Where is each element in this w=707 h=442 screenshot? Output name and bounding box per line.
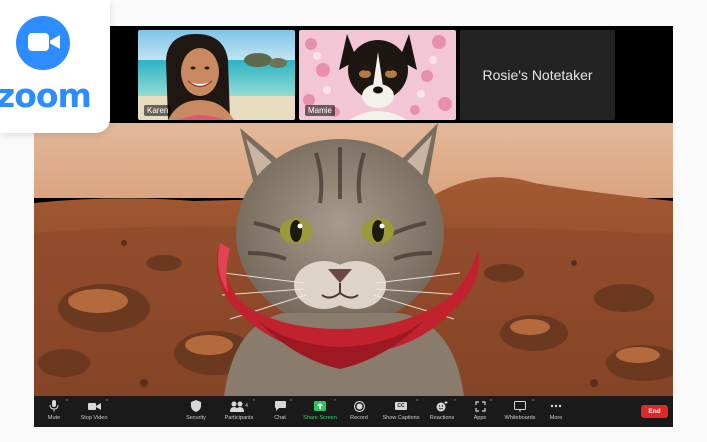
chevron-up-icon[interactable]: ^ [106, 399, 108, 405]
chat-bubble-icon [273, 400, 287, 412]
chevron-up-icon[interactable]: ^ [416, 399, 418, 405]
participants-count: 4 [245, 403, 248, 409]
chevron-up-icon[interactable]: ^ [253, 399, 255, 405]
show-captions-button[interactable]: CC Show Captions [382, 400, 420, 424]
people-icon: 4 [228, 400, 250, 412]
chevron-up-icon[interactable]: ^ [454, 399, 456, 405]
whiteboards-label: Whiteboards [504, 415, 536, 421]
virtual-background-mars [34, 123, 673, 396]
stop-video-label: Stop Video [80, 415, 108, 421]
ellipsis-icon [549, 400, 563, 412]
more-button[interactable]: More [546, 400, 566, 424]
cc-badge: CC [395, 402, 407, 410]
end-meeting-button[interactable]: End [641, 405, 668, 418]
chevron-up-icon[interactable]: ^ [490, 399, 492, 405]
reactions-label: Reactions [429, 415, 455, 421]
video-camera-icon [87, 400, 101, 412]
meeting-window: Karen Mamie Rosie's Notetaker Mute ^ Sto… [34, 26, 673, 427]
zoom-logo-card: zoom [0, 0, 110, 133]
apps-button[interactable]: Apps [472, 400, 488, 424]
chat-label: Chat [274, 415, 286, 421]
camera-icon [16, 16, 70, 70]
chevron-up-icon[interactable]: ^ [66, 399, 68, 405]
show-captions-label: Show Captions [382, 415, 420, 421]
participant-name-label: Karen [144, 105, 172, 116]
screenshot-stage: zoom Karen Mamie Rosie's Notetaker Mute … [0, 0, 707, 442]
smiley-plus-icon [435, 400, 449, 412]
reactions-button[interactable]: Reactions [429, 400, 455, 424]
record-icon [352, 400, 366, 412]
chevron-up-icon[interactable]: ^ [532, 399, 534, 405]
mute-button[interactable]: Mute [46, 400, 62, 424]
participants-button[interactable]: 4 Participants [224, 400, 254, 424]
participant-name-label: Rosie's Notetaker [482, 67, 593, 83]
participant-name-label: Mamie [305, 105, 336, 116]
record-button[interactable]: Record [348, 400, 370, 424]
participants-label: Participants [224, 415, 254, 421]
shield-icon [189, 400, 203, 412]
chat-button[interactable]: Chat [272, 400, 288, 424]
chevron-up-icon[interactable]: ^ [290, 399, 292, 405]
participant-tile-mamie[interactable]: Mamie [299, 30, 456, 120]
share-screen-button[interactable]: Share Screen [302, 400, 338, 424]
share-screen-label: Share Screen [303, 415, 337, 421]
whiteboard-icon [513, 400, 527, 412]
microphone-icon [47, 400, 61, 412]
apps-label: Apps [473, 415, 487, 421]
captions-icon: CC [394, 400, 408, 412]
record-label: Record [350, 415, 368, 421]
security-label: Security [186, 415, 206, 421]
apps-icon [473, 400, 487, 412]
security-button[interactable]: Security [184, 400, 208, 424]
gallery-strip: Karen Mamie Rosie's Notetaker [34, 26, 673, 123]
more-label: More [549, 415, 563, 421]
zoom-wordmark: zoom [0, 76, 92, 115]
active-speaker-video [34, 123, 673, 396]
chevron-up-icon[interactable]: ^ [334, 399, 336, 405]
mute-label: Mute [47, 415, 61, 421]
share-screen-icon [313, 400, 327, 412]
meeting-toolbar: Mute ^ Stop Video ^ Security 4 Participa… [34, 396, 673, 427]
participant-tile-karen[interactable]: Karen [138, 30, 295, 120]
participant-tile-notetaker[interactable]: Rosie's Notetaker [460, 30, 615, 120]
